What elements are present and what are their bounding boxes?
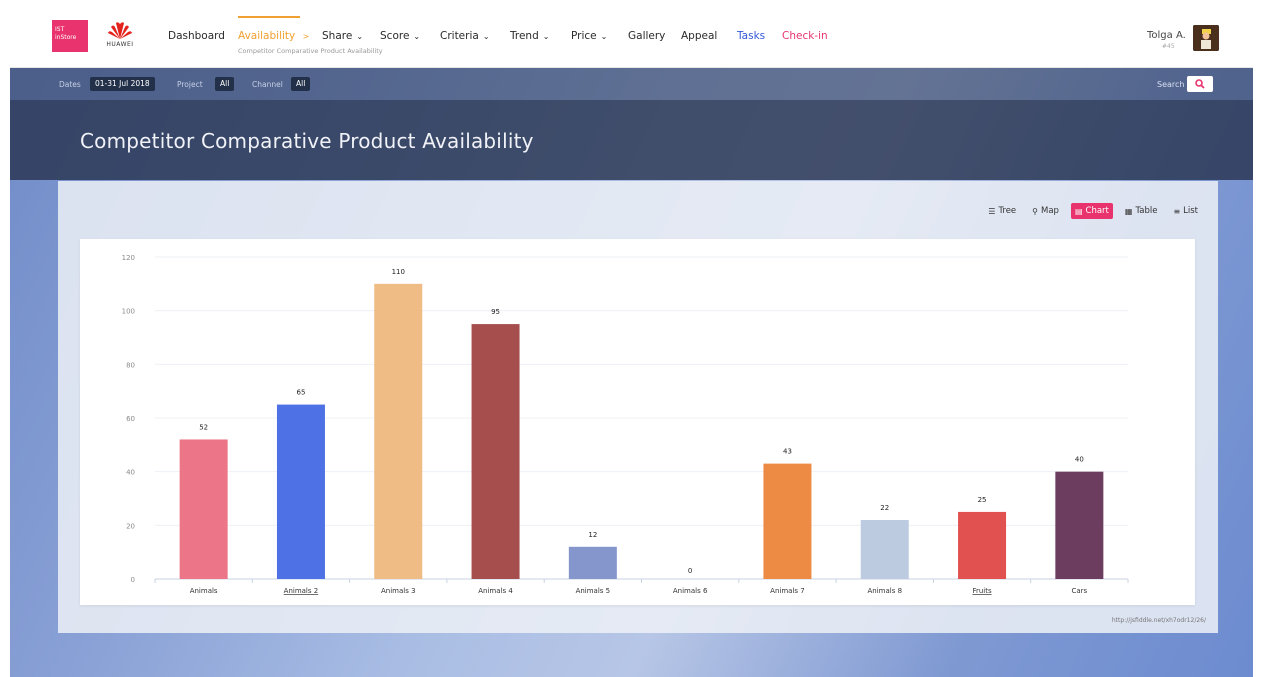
table-icon: ▦ <box>1124 206 1133 216</box>
bar <box>958 511 1007 579</box>
tab-chart[interactable]: ▤ Chart <box>1070 203 1113 219</box>
bar <box>860 519 909 579</box>
y-tick-label: 80 <box>126 361 135 369</box>
y-tick-label: 0 <box>131 576 135 584</box>
tab-list[interactable]: ≡ List <box>1169 203 1202 219</box>
x-tick-label: Animals 8 <box>867 587 902 595</box>
data-label: 52 <box>199 423 208 431</box>
channel-selector[interactable]: All <box>291 77 311 91</box>
avatar[interactable] <box>1193 25 1219 51</box>
x-tick-label: Animals 3 <box>381 587 416 595</box>
view-switcher: ☰ Tree ⚲ Map ▤ Chart ▦ Table ≡ List <box>984 203 1202 219</box>
data-label: 0 <box>688 567 692 575</box>
tab-tree[interactable]: ☰ Tree <box>984 203 1020 219</box>
data-label: 43 <box>783 448 792 456</box>
data-label: 22 <box>880 504 889 512</box>
nav-check-in[interactable]: Check-in <box>782 30 828 42</box>
content-panel: ☰ Tree ⚲ Map ▤ Chart ▦ Table ≡ List 0 20 4… <box>58 181 1218 633</box>
huawei-logo-text: HUAWEI <box>106 41 134 48</box>
dates-label: Dates <box>59 80 81 89</box>
chevron-down-icon: ⌄ <box>600 32 608 41</box>
channel-label: Channel <box>252 80 283 89</box>
dates-selector[interactable]: 01-31 Jul 2018 <box>90 77 155 91</box>
nav-dashboard[interactable]: Dashboard <box>168 30 225 42</box>
nav-availability-subtitle: Competitor Comparative Product Availabil… <box>238 47 383 55</box>
data-label: 12 <box>588 531 597 539</box>
tab-table[interactable]: ▦ Table <box>1121 203 1162 219</box>
y-tick-label: 20 <box>126 522 135 530</box>
y-tick-label: 60 <box>126 415 135 423</box>
y-tick-label: 120 <box>122 254 135 262</box>
x-tick-label: Animals 4 <box>478 587 513 595</box>
chevron-down-icon: ⌄ <box>482 32 490 41</box>
huawei-logo[interactable]: HUAWEI <box>100 20 140 56</box>
title-band: Competitor Comparative Product Availabil… <box>10 100 1253 180</box>
data-label: 40 <box>1075 456 1084 464</box>
nav-appeal[interactable]: Appeal <box>681 30 717 42</box>
x-tick-label: Animals 7 <box>770 587 805 595</box>
bar <box>1055 471 1104 579</box>
user-id: #45 <box>1162 43 1175 50</box>
chevron-down-icon: ⌄ <box>356 32 364 41</box>
tree-icon: ☰ <box>988 206 996 216</box>
y-tick-label: 40 <box>126 469 135 477</box>
bar <box>471 324 520 579</box>
chevron-down-icon: ⌄ <box>542 32 550 41</box>
instore-logo[interactable]: IST inStore <box>52 20 88 52</box>
bar <box>179 439 228 579</box>
nav-score[interactable]: Score ⌄ <box>380 30 420 42</box>
list-icon: ≡ <box>1173 206 1181 216</box>
y-tick-label: 100 <box>122 308 135 316</box>
nav-tasks[interactable]: Tasks <box>737 30 765 42</box>
huawei-flower-icon <box>108 22 132 39</box>
bar <box>763 463 812 579</box>
data-label: 95 <box>491 308 500 316</box>
chart-card: 0 20 40 60 80 100 120 52 Animals 65 Animals 2 110 An… <box>80 239 1195 605</box>
avatar-image <box>1193 25 1219 51</box>
search-icon <box>1195 79 1205 89</box>
project-label: Project <box>177 80 203 89</box>
bar-chart: 02040608010012052Animals65Animals 2110An… <box>122 254 1129 595</box>
nav-availability[interactable]: Availability > <box>238 30 309 42</box>
nav-share[interactable]: Share ⌄ <box>322 30 363 42</box>
x-tick-label: Animals 6 <box>673 587 708 595</box>
chart-icon: ▤ <box>1074 206 1083 216</box>
active-nav-indicator <box>238 16 300 18</box>
source-link[interactable]: http://jsfiddle.net/xh7odr12/26/ <box>1112 617 1206 624</box>
user-name[interactable]: Tolga A. <box>1147 30 1186 41</box>
top-nav: IST inStore HUAWEI Dashboard Availabilit… <box>10 10 1253 68</box>
x-tick-label: Animals <box>190 587 218 595</box>
app-frame: IST inStore HUAWEI Dashboard Availabilit… <box>10 10 1253 677</box>
tab-map[interactable]: ⚲ Map <box>1028 203 1063 219</box>
project-selector[interactable]: All <box>215 77 235 91</box>
bar <box>568 546 617 579</box>
x-tick-label: Cars <box>1071 587 1087 595</box>
nav-criteria[interactable]: Criteria ⌄ <box>440 30 490 42</box>
data-label: 110 <box>392 268 405 276</box>
map-pin-icon: ⚲ <box>1032 206 1039 216</box>
nav-gallery[interactable]: Gallery <box>628 30 665 42</box>
search-button[interactable] <box>1187 76 1213 92</box>
page-title: Competitor Comparative Product Availabil… <box>80 129 534 153</box>
data-label: 25 <box>978 496 987 504</box>
data-label: 65 <box>296 389 305 397</box>
nav-trend[interactable]: Trend ⌄ <box>510 30 549 42</box>
x-tick-label: Animals 5 <box>576 587 611 595</box>
chevron-down-icon: ⌄ <box>413 32 421 41</box>
filter-bar: Dates 01-31 Jul 2018 Project All Channel… <box>10 68 1253 100</box>
x-tick-label: Fruits <box>972 587 992 595</box>
bar <box>374 283 423 579</box>
search-label[interactable]: Search <box>1157 80 1184 89</box>
nav-price[interactable]: Price ⌄ <box>571 30 607 42</box>
x-tick-label: Animals 2 <box>284 587 319 595</box>
chevron-right-icon: > <box>302 32 310 41</box>
bar <box>276 404 325 579</box>
